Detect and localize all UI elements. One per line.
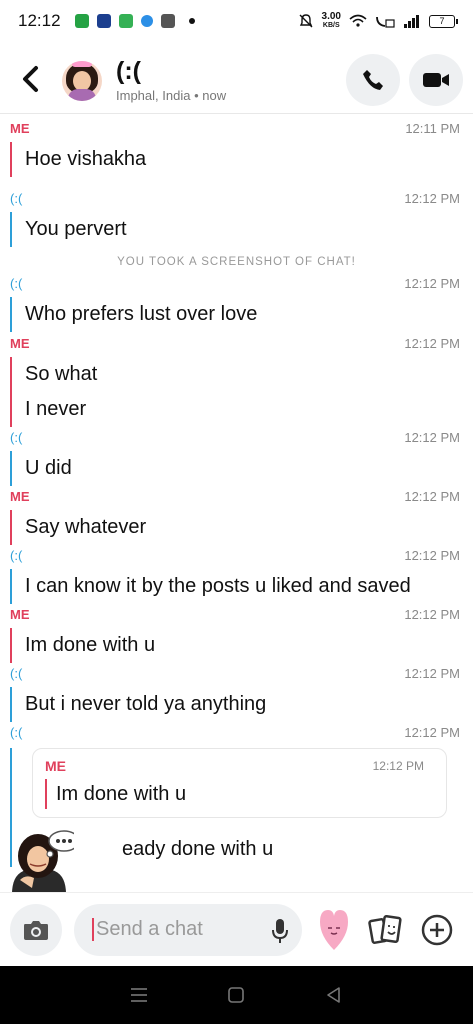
- camera-icon: [24, 920, 48, 940]
- app-icon: [160, 14, 175, 28]
- contact-status: Imphal, India • now: [116, 88, 227, 103]
- message-text[interactable]: Im done with u: [25, 628, 473, 663]
- message-group: (:(12:12 PM Who prefers lust over love: [0, 275, 473, 335]
- message-time: 12:12 PM: [404, 666, 460, 681]
- menu-icon[interactable]: [130, 987, 148, 1003]
- chat-input[interactable]: [92, 918, 252, 941]
- camera-button[interactable]: [10, 903, 62, 956]
- heart-sticker-icon[interactable]: [318, 908, 350, 952]
- composer: [0, 892, 473, 966]
- message-group: ME 12:12 PM Say whatever: [0, 488, 473, 547]
- chat-header: (:( Imphal, India • now: [0, 48, 473, 114]
- back-button[interactable]: [20, 65, 50, 97]
- app-icon: [96, 14, 111, 28]
- typing-bitmoji-icon: [12, 830, 74, 894]
- network-speed: 3.00 KB/S: [321, 11, 341, 30]
- contact-name: (:(: [116, 57, 141, 85]
- message-time: 12:12 PM: [404, 276, 460, 291]
- message-time: 12:12 PM: [404, 548, 460, 563]
- back-nav-icon[interactable]: [325, 986, 343, 1004]
- call-button[interactable]: [346, 54, 400, 106]
- message-sender: (:(12:12 PM: [10, 666, 460, 681]
- mute-bell-icon: [299, 14, 313, 28]
- battery-icon: 7: [429, 14, 458, 28]
- message-sender: (:(12:12 PM: [10, 725, 460, 740]
- message-time: 12:12 PM: [404, 489, 460, 504]
- phone-icon: [363, 70, 383, 90]
- chat-list: ME 12:11 PM Hoe vishakha (:(12:12 PM You …: [0, 120, 473, 867]
- message-group: ME 12:12 PM Im done with u: [0, 606, 473, 665]
- whatsapp-icon: [74, 14, 89, 28]
- message-text[interactable]: Hoe vishakha: [25, 142, 473, 177]
- message-time: 12:12 PM: [404, 336, 460, 351]
- message-text[interactable]: But i never told ya anything: [25, 687, 473, 722]
- message-sender: (:(12:12 PM: [10, 191, 460, 206]
- screenshot-notice: YOU TOOK A SCREENSHOT OF CHAT!: [117, 256, 356, 268]
- quoted-time: 12:12 PM: [372, 759, 424, 773]
- message-sender: (:(12:12 PM: [10, 276, 460, 291]
- status-bar: 12:12 3.00 KB/S 7: [0, 0, 473, 42]
- home-icon[interactable]: [227, 986, 245, 1004]
- plus-icon[interactable]: [420, 913, 454, 947]
- message-text[interactable]: You pervert: [25, 212, 473, 247]
- message-time: 12:11 PM: [405, 121, 460, 136]
- message-text[interactable]: I can know it by the posts u liked and s…: [25, 569, 473, 604]
- message-time: 12:12 PM: [404, 191, 460, 206]
- quoted-text: Im done with u: [56, 783, 187, 805]
- app-icon: [118, 14, 133, 28]
- notification-dot-icon: [188, 18, 195, 24]
- video-call-button[interactable]: [409, 54, 463, 106]
- message-text[interactable]: Say whatever: [25, 510, 473, 545]
- message-sender: (:(12:12 PM: [10, 430, 460, 445]
- message-group: (:(12:12 PM But i never told ya anything: [0, 665, 473, 724]
- message-sender: ME 12:12 PM: [10, 607, 460, 622]
- wifi-icon: [349, 14, 367, 27]
- volte-icon: [376, 16, 395, 28]
- avatar[interactable]: [62, 60, 102, 101]
- quoted-message[interactable]: ME 12:12 PM Im done with u: [32, 748, 447, 818]
- system-nav-bar: [0, 966, 473, 1024]
- quoted-sender: ME 12:12 PM: [45, 758, 424, 774]
- message-sender: ME 12:12 PM: [10, 336, 460, 351]
- message-text[interactable]: U did: [25, 451, 473, 486]
- chat-input-container[interactable]: [74, 903, 302, 956]
- message-text[interactable]: Who prefers lust over love: [25, 297, 473, 332]
- signal-icon: [404, 15, 419, 28]
- video-camera-icon: [423, 73, 449, 87]
- message-sender: ME 12:12 PM: [10, 489, 460, 504]
- microphone-icon[interactable]: [272, 918, 288, 944]
- message-time: 12:12 PM: [404, 607, 460, 622]
- message-sender: ME 12:11 PM: [10, 121, 460, 136]
- message-text[interactable]: I never: [25, 392, 473, 427]
- message-group: (:(12:12 PM You pervert: [0, 190, 473, 249]
- stickers-icon[interactable]: [368, 914, 402, 946]
- message-group: ME 12:12 PM So what I never: [0, 335, 473, 429]
- message-group: ME 12:11 PM Hoe vishakha: [0, 120, 473, 190]
- message-text[interactable]: eady done with u: [12, 832, 473, 867]
- message-group: (:(12:12 PM I can know it by the posts u…: [0, 547, 473, 606]
- app-icon: [140, 15, 153, 27]
- message-sender: (:(12:12 PM: [10, 548, 460, 563]
- message-time: 12:12 PM: [404, 725, 460, 740]
- message-time: 12:12 PM: [404, 430, 460, 445]
- message-text[interactable]: So what: [25, 357, 473, 392]
- status-time: 12:12: [18, 11, 61, 30]
- message-group: (:(12:12 PM U did: [0, 429, 473, 488]
- contact-info[interactable]: (:( Imphal, India • now: [116, 58, 226, 103]
- back-arrow-icon: [23, 65, 38, 92]
